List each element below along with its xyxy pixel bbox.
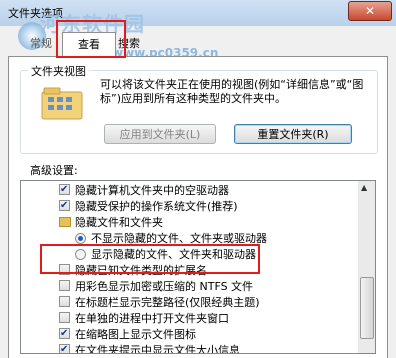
folder-icon [59, 217, 71, 227]
list-item-label: 在单独的进程中打开文件夹窗口 [75, 312, 229, 325]
reset-folders-button[interactable]: 重置文件夹(R) [234, 124, 352, 144]
list-item-label: 在文件夹提示中显示文件大小信息 [75, 344, 240, 354]
checkbox[interactable] [59, 342, 70, 353]
checkbox[interactable] [59, 326, 70, 341]
list-item-label: 用彩色显示加密或压缩的 NTFS 文件 [75, 280, 254, 293]
list-item[interactable]: 在文件夹提示中显示文件大小信息 [21, 342, 351, 354]
hide-extensions-highlight-box [40, 244, 260, 274]
tab-highlight-box [56, 20, 126, 58]
checkbox[interactable] [59, 182, 70, 197]
folder-views-description: 可以将该文件夹正在使用的视图(例如“详细信息”或“图标”)应用到所有这种类型的文… [100, 78, 364, 105]
close-button[interactable]: ✕ [348, 1, 392, 21]
window-title: 文件夹选项 [8, 7, 63, 20]
folder-views-legend: 文件夹视图 [28, 63, 89, 79]
list-item-label: 在标题栏显示完整路径(仅限经典主题) [75, 296, 260, 309]
list-item-label: 隐藏受保护的操作系统文件(推荐) [75, 200, 238, 213]
scroll-up-arrow-icon[interactable]: ▲ [361, 183, 367, 192]
radio-button[interactable] [75, 233, 86, 244]
folder-view-icon [41, 87, 83, 120]
list-item[interactable]: 在缩略图上显示文件图标 [21, 326, 351, 342]
tab-general[interactable]: 常规 [30, 34, 52, 54]
apply-to-folders-button[interactable]: 应用到文件夹(L) [104, 124, 216, 144]
checkbox[interactable] [59, 280, 70, 291]
scrollbar-thumb[interactable] [360, 277, 374, 339]
list-item-label: 隐藏计算机文件夹中的空驱动器 [75, 184, 229, 197]
advanced-settings-label: 高级设置: [30, 164, 78, 177]
list-item-label: 隐藏文件和文件夹 [75, 216, 163, 229]
checkbox[interactable] [59, 312, 70, 323]
list-item[interactable]: 隐藏计算机文件夹中的空驱动器 [21, 182, 351, 198]
checkbox[interactable] [59, 296, 70, 307]
list-item-label: 在缩略图上显示文件图标 [75, 328, 196, 341]
list-item[interactable]: 在标题栏显示完整路径(仅限经典主题) [21, 295, 351, 310]
advanced-list-scrollbar[interactable]: ▲ [358, 180, 376, 354]
list-item[interactable]: 隐藏受保护的操作系统文件(推荐) [21, 198, 351, 214]
checkbox[interactable] [59, 198, 70, 213]
list-item[interactable]: 用彩色显示加密或压缩的 NTFS 文件 [21, 279, 351, 294]
list-item: 隐藏文件和文件夹 [21, 215, 351, 230]
list-item[interactable]: 在单独的进程中打开文件夹窗口 [21, 311, 351, 326]
